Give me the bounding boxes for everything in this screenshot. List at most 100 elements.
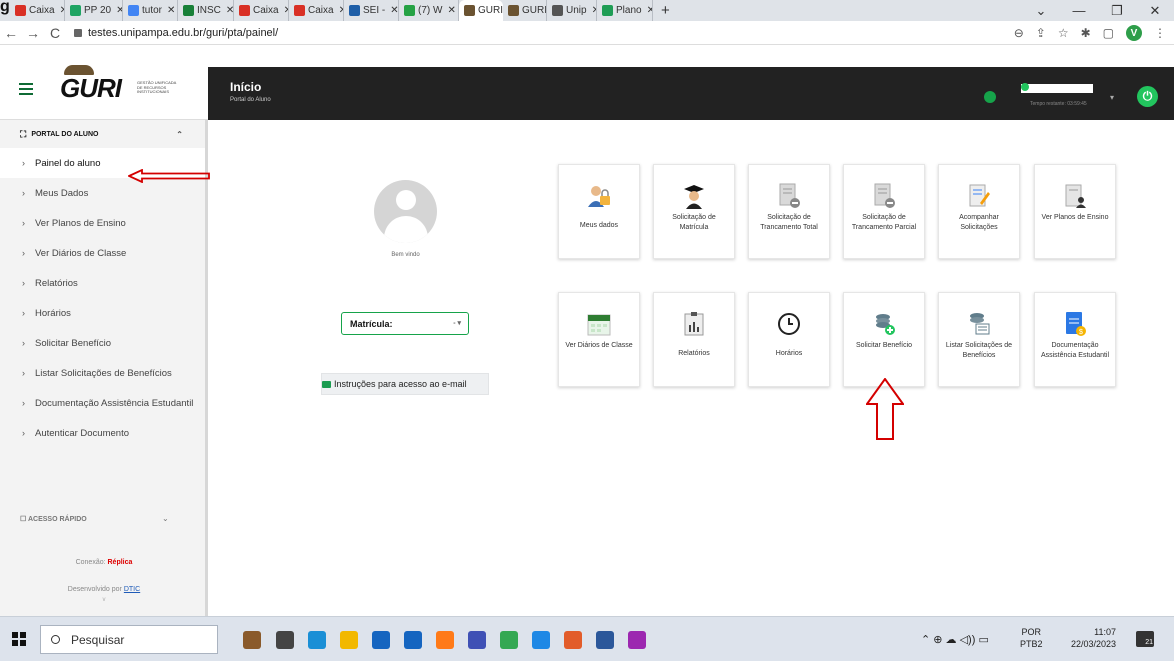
chrome-icon[interactable] [500, 631, 518, 649]
store-icon[interactable] [372, 631, 390, 649]
card-meus-dados[interactable]: Meus dados [558, 164, 640, 259]
browser-tab[interactable]: PP 20 ✕ [65, 0, 123, 21]
card-solicitar-benef-cio[interactable]: Solicitar Benefício [843, 292, 925, 387]
chevron-down-icon[interactable]: ⌄ [1022, 3, 1060, 19]
paint-icon[interactable] [628, 631, 646, 649]
family-icon[interactable] [243, 631, 261, 649]
sidebar-item[interactable]: › Horários [0, 298, 205, 328]
browser-tab[interactable]: INSC ✕ [178, 0, 234, 21]
close-tab-icon[interactable]: ✕ [390, 5, 398, 16]
browser-tab[interactable]: Caixa✕ [10, 0, 65, 21]
sidebar-item[interactable]: › Solicitar Benefício [0, 328, 205, 358]
sidebar-item[interactable]: › Ver Planos de Ensino [0, 208, 205, 238]
browser-tab[interactable]: Caixa✕ [234, 0, 289, 21]
chevron-right-icon: › [22, 368, 25, 378]
browser-tab[interactable]: GURI✕ [503, 0, 547, 21]
theme-toggle[interactable] [984, 91, 996, 103]
browser-tab[interactable]: Unip✕ [547, 0, 597, 21]
username-redacted[interactable] [1021, 84, 1093, 93]
card-documenta-o-assist-ncia-estudantil[interactable]: $ Documentação Assistência Estudantil [1034, 292, 1116, 387]
notification-center-icon[interactable]: 21 [1136, 631, 1154, 647]
card-relat-rios[interactable]: Relatórios [653, 292, 735, 387]
browser-tab[interactable]: Caixa✕ [289, 0, 344, 21]
browser-tab-bar: g Caixa✕PP 20✕tutor✕INSC✕Caixa✕Caixa✕SEI… [0, 0, 1174, 21]
matricula-select[interactable]: Matrícula: - ▾ [341, 312, 469, 335]
menu-icon[interactable]: ⋮ [1154, 26, 1166, 40]
file-explorer-icon[interactable] [340, 631, 358, 649]
quick-access-header[interactable]: ☐ ACESSO RÁPIDO [20, 515, 87, 523]
card-acompanhar-solicita-es[interactable]: Acompanhar Solicitações [938, 164, 1020, 259]
new-tab-button[interactable]: + [653, 2, 678, 19]
connection-value: Réplica [107, 559, 133, 566]
chevron-right-icon: › [22, 428, 25, 438]
taskbar-search-placeholder: Pesquisar [71, 632, 125, 647]
external-link-icon: ☐ [20, 516, 28, 523]
browser-tab[interactable]: tutor ✕ [123, 0, 178, 21]
plano-icon [602, 5, 613, 16]
card-hor-rios[interactable]: Horários [748, 292, 830, 387]
card-solicita-o-de-matr-cula[interactable]: Solicitação de Matrícula [653, 164, 735, 259]
firefox-dev-icon[interactable] [564, 631, 582, 649]
minimize-button[interactable]: — [1060, 3, 1098, 18]
sidebar-item[interactable]: › Ver Diários de Classe [0, 238, 205, 268]
sidebar-item[interactable]: › Autenticar Documento [0, 418, 205, 448]
task-view-icon[interactable] [276, 631, 294, 649]
language-indicator[interactable]: POR PTB2 [1020, 626, 1043, 650]
card-ver-planos-de-ensino[interactable]: Ver Planos de Ensino [1034, 164, 1116, 259]
card-ver-di-rios-de-classe[interactable]: Ver Diários de Classe [558, 292, 640, 387]
card-solicita-o-de-trancamento-parcial[interactable]: Solicitação de Trancamento Parcial [843, 164, 925, 259]
share-icon[interactable]: ⇪ [1036, 26, 1046, 40]
reload-button[interactable]: C [44, 25, 66, 41]
document-edit-icon [939, 183, 1019, 209]
browser-tab[interactable]: GURI✕ [459, 0, 503, 21]
portal-icon: ⛶ [20, 128, 27, 139]
zoom-icon[interactable]: ⊖ [1014, 26, 1024, 40]
firefox-icon[interactable] [436, 631, 454, 649]
back-button[interactable]: ← [0, 25, 22, 41]
close-window-button[interactable]: ✕ [1136, 3, 1174, 19]
sidebar-item[interactable]: › Documentação Assistência Estudantil [0, 388, 205, 418]
close-tab-icon[interactable]: ✕ [167, 5, 175, 16]
windows-start-icon[interactable] [12, 632, 26, 646]
security-icon[interactable] [468, 631, 486, 649]
browser-tab[interactable]: Plano✕ [597, 0, 653, 21]
guri-logo[interactable]: GURI [60, 65, 122, 104]
card-label: Solicitação de Trancamento Parcial [851, 214, 917, 231]
extensions-icon[interactable]: ✱ [1081, 26, 1091, 40]
star-icon[interactable]: ☆ [1058, 26, 1069, 40]
logout-power-button[interactable]: ⏻ [1137, 86, 1158, 107]
chevron-right-icon: › [22, 338, 25, 348]
sidebar-section-title: PORTAL DO ALUNO [31, 130, 99, 138]
sidebar-section-portal[interactable]: ⛶ PORTAL DO ALUNO ⌃ [0, 120, 205, 148]
sidepanel-icon[interactable]: ▢ [1103, 26, 1114, 40]
forward-button[interactable]: → [22, 25, 44, 41]
system-tray-icons[interactable]: ⌃ ⊕ ☁ ◁)) ▭ [921, 633, 989, 646]
mail-icon[interactable] [404, 631, 422, 649]
developer-link[interactable]: DTIC [124, 586, 140, 593]
close-tab-icon[interactable]: ✕ [447, 5, 455, 16]
card-label: Horários [775, 350, 803, 357]
chevron-down-icon[interactable]: ⌄ [162, 514, 169, 523]
docs-icon [128, 5, 139, 16]
word-icon[interactable] [596, 631, 614, 649]
profile-avatar[interactable]: V [1126, 25, 1142, 41]
hamburger-menu-icon[interactable] [19, 83, 33, 95]
restore-button[interactable]: ❐ [1098, 3, 1136, 19]
taskbar-search[interactable]: Pesquisar [40, 625, 218, 654]
email-instructions-button[interactable]: Instruções para acesso ao e-mail [321, 373, 489, 395]
window-controls: ⌄ — ❐ ✕ [1022, 0, 1174, 21]
browser-tab[interactable]: SEI - ✕ [344, 0, 399, 21]
chrome-alt-icon[interactable] [532, 631, 550, 649]
user-menu-caret-icon[interactable]: ▾ [1110, 93, 1114, 102]
url-field[interactable]: testes.unipampa.edu.br/guri/pta/painel/ [70, 23, 278, 43]
taskbar-clock[interactable]: 11:07 22/03/2023 [1068, 626, 1116, 650]
card-solicita-o-de-trancamento-total[interactable]: Solicitação de Trancamento Total [748, 164, 830, 259]
browser-tab[interactable]: (7) W ✕ [399, 0, 459, 21]
card-label: Meus dados [579, 222, 619, 229]
close-tab-icon[interactable]: ✕ [226, 5, 233, 16]
card-listar-solicita-es-de-benef-cios[interactable]: Listar Solicitações de Benefícios [938, 292, 1020, 387]
sidebar-item[interactable]: › Relatórios [0, 268, 205, 298]
sidebar-item[interactable]: › Listar Solicitações de Benefícios [0, 358, 205, 388]
edge-icon[interactable] [308, 631, 326, 649]
close-tab-icon[interactable]: ✕ [116, 5, 122, 16]
